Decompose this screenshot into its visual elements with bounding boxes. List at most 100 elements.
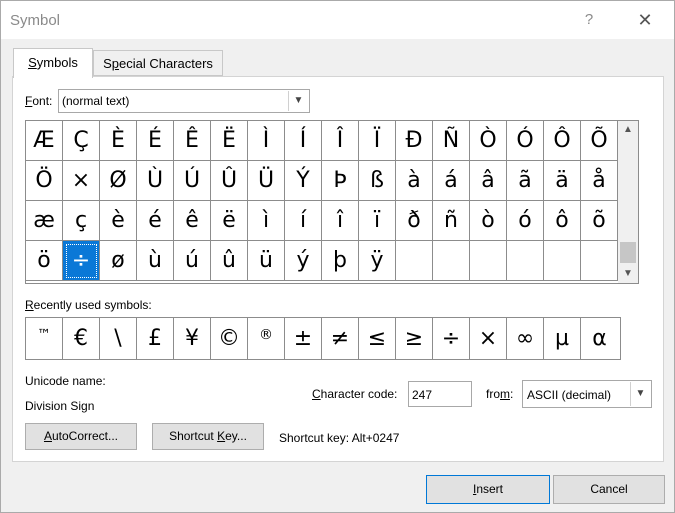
symbol-cell[interactable] — [581, 241, 618, 281]
cancel-button[interactable]: Cancel — [553, 475, 665, 504]
symbol-cell[interactable]: Ë — [211, 121, 248, 161]
recent-symbol-cell[interactable]: × — [470, 318, 507, 359]
symbol-cell[interactable]: æ — [26, 201, 63, 241]
symbol-cell[interactable]: Ö — [26, 161, 63, 201]
symbol-cell[interactable]: ÷ — [63, 241, 100, 281]
recent-symbol-cell[interactable]: ¥ — [174, 318, 211, 359]
recent-symbol-cell[interactable]: µ — [544, 318, 581, 359]
chevron-down-icon[interactable]: ▼ — [288, 91, 308, 111]
symbol-cell[interactable]: Ù — [137, 161, 174, 201]
symbol-cell[interactable]: É — [137, 121, 174, 161]
symbol-cell[interactable]: á — [433, 161, 470, 201]
recent-symbol-cell[interactable]: € — [63, 318, 100, 359]
symbol-cell[interactable]: È — [100, 121, 137, 161]
symbol-cell[interactable]: Ì — [248, 121, 285, 161]
tab-special-characters[interactable]: Special Characters — [93, 50, 223, 76]
insert-button[interactable]: Insert — [426, 475, 550, 504]
recent-symbol-cell[interactable]: ≠ — [322, 318, 359, 359]
symbol-cell[interactable]: Þ — [322, 161, 359, 201]
symbol-cell[interactable]: ä — [544, 161, 581, 201]
recent-symbol-cell[interactable]: © — [211, 318, 248, 359]
symbol-cell[interactable]: ã — [507, 161, 544, 201]
recent-symbol-cell[interactable]: ≤ — [359, 318, 396, 359]
shortcut-key-button[interactable]: Shortcut Key... — [152, 423, 264, 450]
symbol-cell[interactable]: ú — [174, 241, 211, 281]
recent-symbol-cell[interactable]: ± — [285, 318, 322, 359]
symbol-cell[interactable] — [433, 241, 470, 281]
font-select[interactable]: (normal text) ▼ — [58, 89, 310, 113]
symbol-cell[interactable]: à — [396, 161, 433, 201]
symbol-cell[interactable] — [544, 241, 581, 281]
title-bar: Symbol ? ✕ — [1, 1, 674, 39]
symbol-cell[interactable]: Ñ — [433, 121, 470, 161]
symbol-cell[interactable]: í — [285, 201, 322, 241]
symbol-cell[interactable] — [470, 241, 507, 281]
symbol-cell[interactable] — [396, 241, 433, 281]
chevron-down-icon[interactable]: ▼ — [630, 382, 650, 406]
symbol-cell[interactable]: ø — [100, 241, 137, 281]
character-code-input[interactable]: 247 — [408, 381, 472, 407]
symbol-cell[interactable]: ë — [211, 201, 248, 241]
symbol-cell[interactable]: û — [211, 241, 248, 281]
help-icon[interactable]: ? — [577, 7, 601, 33]
symbol-cell[interactable]: Ø — [100, 161, 137, 201]
symbol-cell[interactable]: ê — [174, 201, 211, 241]
symbol-cell[interactable]: Æ — [26, 121, 63, 161]
from-select[interactable]: ASCII (decimal) ▼ — [522, 380, 652, 408]
symbol-cell[interactable]: ï — [359, 201, 396, 241]
symbol-grid-scrollbar[interactable]: ▲ ▼ — [618, 121, 638, 283]
symbol-cell[interactable]: õ — [581, 201, 618, 241]
autocorrect-button[interactable]: AutoCorrect... — [25, 423, 137, 450]
symbol-cell[interactable]: Î — [322, 121, 359, 161]
symbol-cell[interactable]: ù — [137, 241, 174, 281]
symbol-cell[interactable]: ç — [63, 201, 100, 241]
symbol-cell[interactable]: Ê — [174, 121, 211, 161]
recent-symbol-cell[interactable]: ™ — [26, 318, 63, 359]
recent-symbol-cell[interactable]: ÷ — [433, 318, 470, 359]
symbol-cell[interactable]: ü — [248, 241, 285, 281]
from-label: from: — [486, 387, 514, 401]
recent-symbol-cell[interactable]: α — [581, 318, 618, 359]
scroll-thumb[interactable] — [620, 242, 636, 263]
scroll-up-icon[interactable]: ▲ — [618, 121, 638, 139]
symbol-cell[interactable]: ò — [470, 201, 507, 241]
symbol-cell[interactable]: ß — [359, 161, 396, 201]
symbol-cell[interactable]: è — [100, 201, 137, 241]
symbol-cell[interactable] — [507, 241, 544, 281]
recent-symbol-cell[interactable]: ∞ — [507, 318, 544, 359]
scroll-down-icon[interactable]: ▼ — [618, 265, 638, 283]
symbol-cell[interactable]: Í — [285, 121, 322, 161]
symbol-cell[interactable]: Ý — [285, 161, 322, 201]
symbol-cell[interactable]: é — [137, 201, 174, 241]
symbol-cell[interactable]: ñ — [433, 201, 470, 241]
symbol-cell[interactable]: Ü — [248, 161, 285, 201]
symbol-cell[interactable]: ð — [396, 201, 433, 241]
symbol-cell[interactable]: ÿ — [359, 241, 396, 281]
symbol-cell[interactable]: Õ — [581, 121, 618, 161]
close-icon[interactable]: ✕ — [631, 7, 659, 33]
symbol-cell[interactable]: Ï — [359, 121, 396, 161]
symbol-cell[interactable]: Ú — [174, 161, 211, 201]
symbol-cell[interactable]: ì — [248, 201, 285, 241]
recent-symbol-cell[interactable]: ≥ — [396, 318, 433, 359]
symbol-cell[interactable]: å — [581, 161, 618, 201]
symbol-cell[interactable]: × — [63, 161, 100, 201]
symbol-cell[interactable]: Û — [211, 161, 248, 201]
tab-symbols[interactable]: Symbols — [13, 48, 93, 78]
symbol-cell[interactable]: Ò — [470, 121, 507, 161]
symbol-cell[interactable]: ý — [285, 241, 322, 281]
symbol-cell[interactable]: Ç — [63, 121, 100, 161]
symbol-cell[interactable]: Ô — [544, 121, 581, 161]
recent-symbol-cell[interactable]: \ — [100, 318, 137, 359]
dialog-title: Symbol — [10, 12, 61, 29]
symbol-cell[interactable]: Ð — [396, 121, 433, 161]
recent-symbol-cell[interactable]: £ — [137, 318, 174, 359]
symbol-cell[interactable]: Ó — [507, 121, 544, 161]
symbol-cell[interactable]: ô — [544, 201, 581, 241]
symbol-cell[interactable]: î — [322, 201, 359, 241]
symbol-cell[interactable]: ó — [507, 201, 544, 241]
recent-symbol-cell[interactable]: ® — [248, 318, 285, 359]
symbol-cell[interactable]: ö — [26, 241, 63, 281]
symbol-cell[interactable]: þ — [322, 241, 359, 281]
symbol-cell[interactable]: â — [470, 161, 507, 201]
